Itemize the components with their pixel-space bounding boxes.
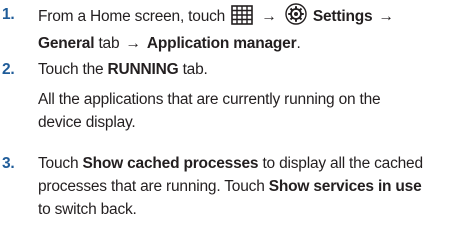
- step-3-text: Touch Show cached processes to display a…: [38, 152, 468, 221]
- step-2-text: Touch the RUNNING tab. All the applicati…: [38, 58, 468, 134]
- step-3-line-2-prefix: processes that are running. Touch: [38, 178, 265, 195]
- step-3-line-2: processes that are running. Touch Show s…: [38, 175, 468, 198]
- step-1-text: From a Home screen, touch → Settings → G…: [38, 3, 468, 55]
- show-services-in-use-label: Show services in use: [268, 178, 422, 195]
- settings-gear-icon: [285, 3, 307, 32]
- step-3-prefix: Touch: [38, 155, 79, 172]
- step-1-line-1: From a Home screen, touch → Settings →: [38, 3, 468, 32]
- step-2-line-1: Touch the RUNNING tab.: [38, 58, 468, 81]
- running-label: RUNNING: [107, 61, 179, 78]
- period: .: [296, 35, 301, 52]
- general-label: General: [38, 35, 95, 52]
- tab-word: tab: [98, 35, 120, 52]
- step-3-line-3: to switch back.: [38, 201, 137, 218]
- step-number: 1.: [2, 6, 15, 23]
- show-cached-processes-label: Show cached processes: [82, 155, 259, 172]
- step-2-note-line-2: device display.: [38, 114, 136, 131]
- step-number: 3.: [2, 155, 15, 172]
- settings-label: Settings: [312, 8, 373, 25]
- step-2-prefix: Touch the: [38, 61, 104, 78]
- step-2-suffix: tab.: [182, 61, 208, 78]
- step-1-prefix: From a Home screen, touch: [38, 8, 226, 25]
- arrow-icon: →: [125, 35, 142, 52]
- arrow-icon: →: [261, 8, 277, 25]
- step-2-note-line-1: All the applications that are currently …: [38, 91, 381, 108]
- application-manager-label: Application manager: [146, 35, 297, 52]
- step-1-line-2: General tab → Application manager.: [38, 32, 468, 55]
- apps-grid-icon: [231, 5, 254, 32]
- step-3-suffix: to display all the cached: [262, 155, 423, 172]
- step-3-line-1: Touch Show cached processes to display a…: [38, 152, 468, 175]
- step-number: 2.: [2, 61, 15, 78]
- instructions-document: 1. From a Home screen, touch → Settings …: [0, 0, 472, 244]
- arrow-icon: →: [378, 8, 395, 25]
